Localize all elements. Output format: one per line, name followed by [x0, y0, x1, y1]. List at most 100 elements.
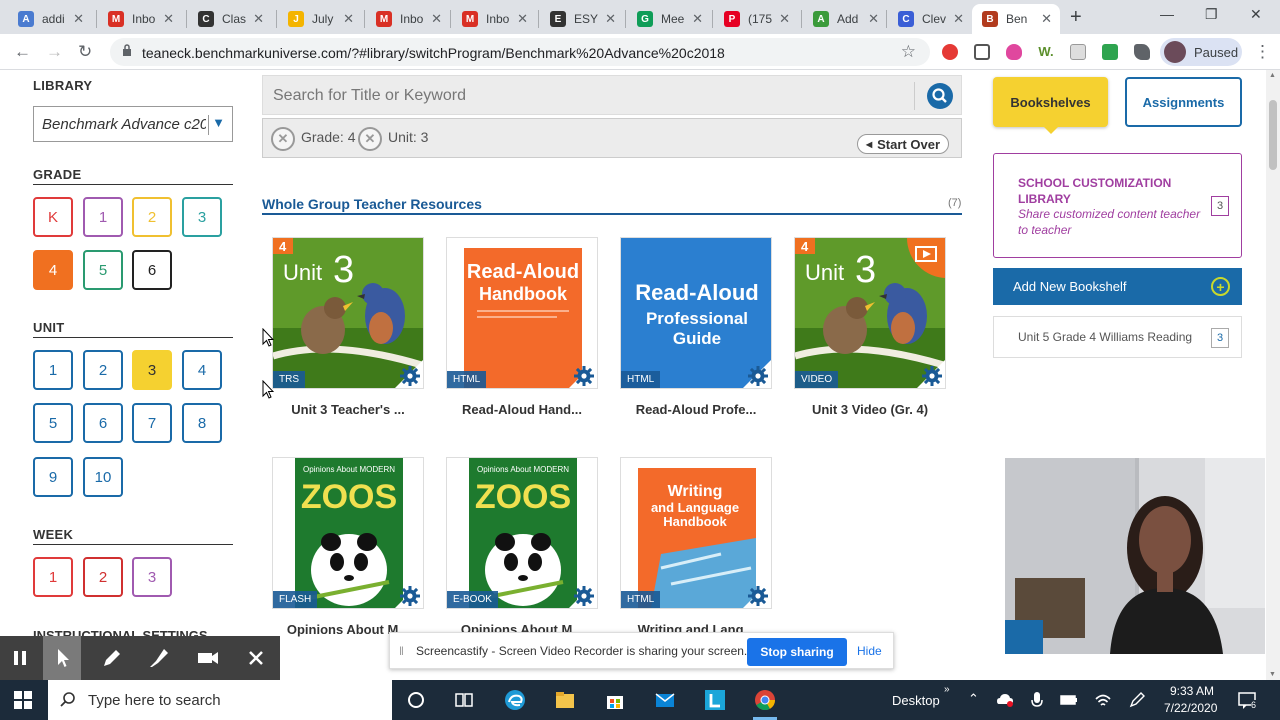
windows-start-icon[interactable] — [14, 691, 32, 709]
browser-tab[interactable]: J July ✕ — [278, 4, 362, 34]
pen-workspace-icon[interactable] — [1128, 691, 1146, 709]
gear-icon[interactable] — [747, 585, 769, 607]
browser-tab[interactable]: M Inbo ✕ — [366, 4, 450, 34]
resource-thumbnail[interactable]: Opinions About MODERN ZOOS FLASH — [272, 457, 424, 609]
clock-date[interactable]: 7/22/2020 — [1164, 701, 1217, 715]
drag-handle-icon[interactable]: ‖ — [399, 644, 404, 658]
gear-icon[interactable] — [399, 585, 421, 607]
hide-button[interactable]: Hide — [857, 644, 882, 658]
highlighter-icon[interactable] — [147, 646, 171, 670]
close-window-button[interactable]: ✕ — [1250, 6, 1262, 23]
show-hidden-icons-chevron-up-icon[interactable]: ⌃ — [968, 691, 979, 707]
address-bar[interactable]: teaneck.benchmarkuniverse.com/?#library/… — [110, 38, 930, 66]
file-explorer-icon[interactable] — [553, 688, 577, 712]
restore-button[interactable]: ❐ — [1205, 6, 1218, 23]
browser-tab[interactable]: C Clas ✕ — [188, 4, 272, 34]
week-button[interactable]: 1 — [33, 557, 73, 597]
tab-close-icon[interactable]: ✕ — [1041, 11, 1052, 27]
back-icon[interactable]: ← — [14, 42, 31, 62]
week-button[interactable]: 3 — [132, 557, 172, 597]
battery-icon[interactable] — [1060, 692, 1078, 708]
tab-close-icon[interactable]: ✕ — [163, 11, 174, 27]
gear-icon[interactable] — [399, 365, 421, 387]
scroll-down-icon[interactable]: ▼ — [1269, 671, 1276, 678]
minimize-button[interactable]: — — [1160, 6, 1174, 22]
onedrive-cloud-icon[interactable] — [996, 691, 1014, 709]
bookmark-star-icon[interactable]: ☆ — [901, 42, 916, 62]
chevron-double-right-icon[interactable]: » — [944, 684, 950, 695]
unit-button[interactable]: 1 — [33, 350, 73, 390]
pause-icon[interactable] — [8, 646, 32, 670]
unit-button[interactable]: 5 — [33, 403, 73, 443]
extensions-puzzle-icon[interactable] — [1134, 44, 1150, 60]
tab-close-icon[interactable]: ✕ — [953, 11, 964, 27]
stop-sharing-button[interactable]: Stop sharing — [747, 638, 847, 666]
launcher-l-icon[interactable] — [703, 688, 727, 712]
search-button[interactable] — [927, 83, 953, 109]
grade-button[interactable]: 3 — [182, 197, 222, 237]
extension-w-icon[interactable]: W. — [1038, 44, 1054, 60]
start-over-button[interactable]: ◀ Start Over — [857, 134, 949, 154]
cortana-icon[interactable] — [404, 688, 428, 712]
remove-unit-filter-icon[interactable]: ✕ — [358, 127, 382, 151]
tab-close-icon[interactable]: ✕ — [431, 11, 442, 27]
reload-icon[interactable]: ↻ — [78, 42, 92, 62]
search-input[interactable]: Search for Title or Keyword — [273, 87, 466, 105]
task-view-icon[interactable] — [452, 688, 476, 712]
unit-button[interactable]: 2 — [83, 350, 123, 390]
tab-close-icon[interactable]: ✕ — [779, 11, 790, 27]
wifi-icon[interactable] — [1094, 691, 1112, 709]
resource-thumbnail[interactable]: 4 Unit 3 TRS — [272, 237, 424, 389]
unit-button[interactable]: 4 — [182, 350, 222, 390]
grade-button[interactable]: 1 — [83, 197, 123, 237]
camera-icon[interactable] — [196, 646, 220, 670]
grade-button[interactable]: K — [33, 197, 73, 237]
bookshelves-tab[interactable]: Bookshelves — [993, 77, 1108, 127]
tab-close-icon[interactable]: ✕ — [517, 11, 528, 27]
assignments-tab[interactable]: Assignments — [1125, 77, 1242, 127]
tab-close-icon[interactable]: ✕ — [605, 11, 616, 27]
desktop-toolbar-label[interactable]: Desktop — [892, 693, 940, 708]
mail-icon[interactable] — [653, 688, 677, 712]
unit-button[interactable]: 6 — [83, 403, 123, 443]
browser-tab[interactable]: Aaddi ✕ — [8, 4, 92, 34]
bookshelf-item[interactable]: Unit 5 Grade 4 Williams Reading 3 — [993, 316, 1242, 358]
resource-thumbnail[interactable]: Opinions About MODERN ZOOS E-BOOK — [446, 457, 598, 609]
add-new-bookshelf-button[interactable]: Add New Bookshelf + — [993, 268, 1242, 305]
grade-button[interactable]: 5 — [83, 250, 123, 290]
tab-close-icon[interactable]: ✕ — [868, 11, 879, 27]
resource-title[interactable]: Read-Aloud Profe... — [620, 402, 772, 417]
tab-close-icon[interactable]: ✕ — [343, 11, 354, 27]
resource-card[interactable]: Writing and Language Handbook HTML Writing a… — [620, 457, 772, 637]
webcam-control-tab[interactable] — [1005, 620, 1043, 654]
extension-window-icon[interactable] — [1070, 44, 1086, 60]
profile-button[interactable]: Paused — [1160, 38, 1242, 66]
grade-button[interactable]: 2 — [132, 197, 172, 237]
gear-icon[interactable] — [573, 365, 595, 387]
week-button[interactable]: 2 — [83, 557, 123, 597]
resource-card[interactable]: Read-Aloud Professional Guide HTML Read-Alou… — [620, 237, 772, 417]
tab-close-icon[interactable]: ✕ — [73, 11, 84, 27]
browser-tab[interactable]: G Mee ✕ — [627, 4, 711, 34]
resource-thumbnail[interactable]: Read-Aloud Professional Guide HTML — [620, 237, 772, 389]
resource-thumbnail[interactable]: Read-Aloud Handbook HTML — [446, 237, 598, 389]
tab-close-icon[interactable]: ✕ — [253, 11, 264, 27]
resource-card[interactable]: Opinions About MODERN ZOOS FLASH Opinions A… — [272, 457, 424, 637]
browser-tab[interactable]: P (175 ✕ — [714, 4, 798, 34]
browser-menu-icon[interactable]: ⋮ — [1254, 42, 1271, 62]
unit-button[interactable]: 3 — [132, 350, 172, 390]
close-icon[interactable] — [244, 646, 268, 670]
scroll-up-icon[interactable]: ▲ — [1269, 72, 1276, 79]
extension-grid-icon[interactable] — [974, 44, 990, 60]
resource-card[interactable]: Read-Aloud Handbook HTML Read-Aloud Hand... — [446, 237, 598, 417]
resource-card[interactable]: 4 Unit 3 TRS Unit 3 Teacher's ... — [272, 237, 424, 417]
chrome-icon[interactable] — [753, 688, 777, 712]
grade-button[interactable]: 4 — [33, 250, 73, 290]
store-icon[interactable] — [603, 688, 627, 712]
forward-icon[interactable]: → — [46, 42, 63, 62]
cursor-tool-button[interactable] — [43, 636, 81, 680]
unit-button[interactable]: 10 — [83, 457, 123, 497]
gear-icon[interactable] — [921, 365, 943, 387]
extension-green-icon[interactable] — [1102, 44, 1118, 60]
school-customization-library[interactable]: SCHOOL CUSTOMIZATION LIBRARY Share custo… — [993, 153, 1242, 258]
